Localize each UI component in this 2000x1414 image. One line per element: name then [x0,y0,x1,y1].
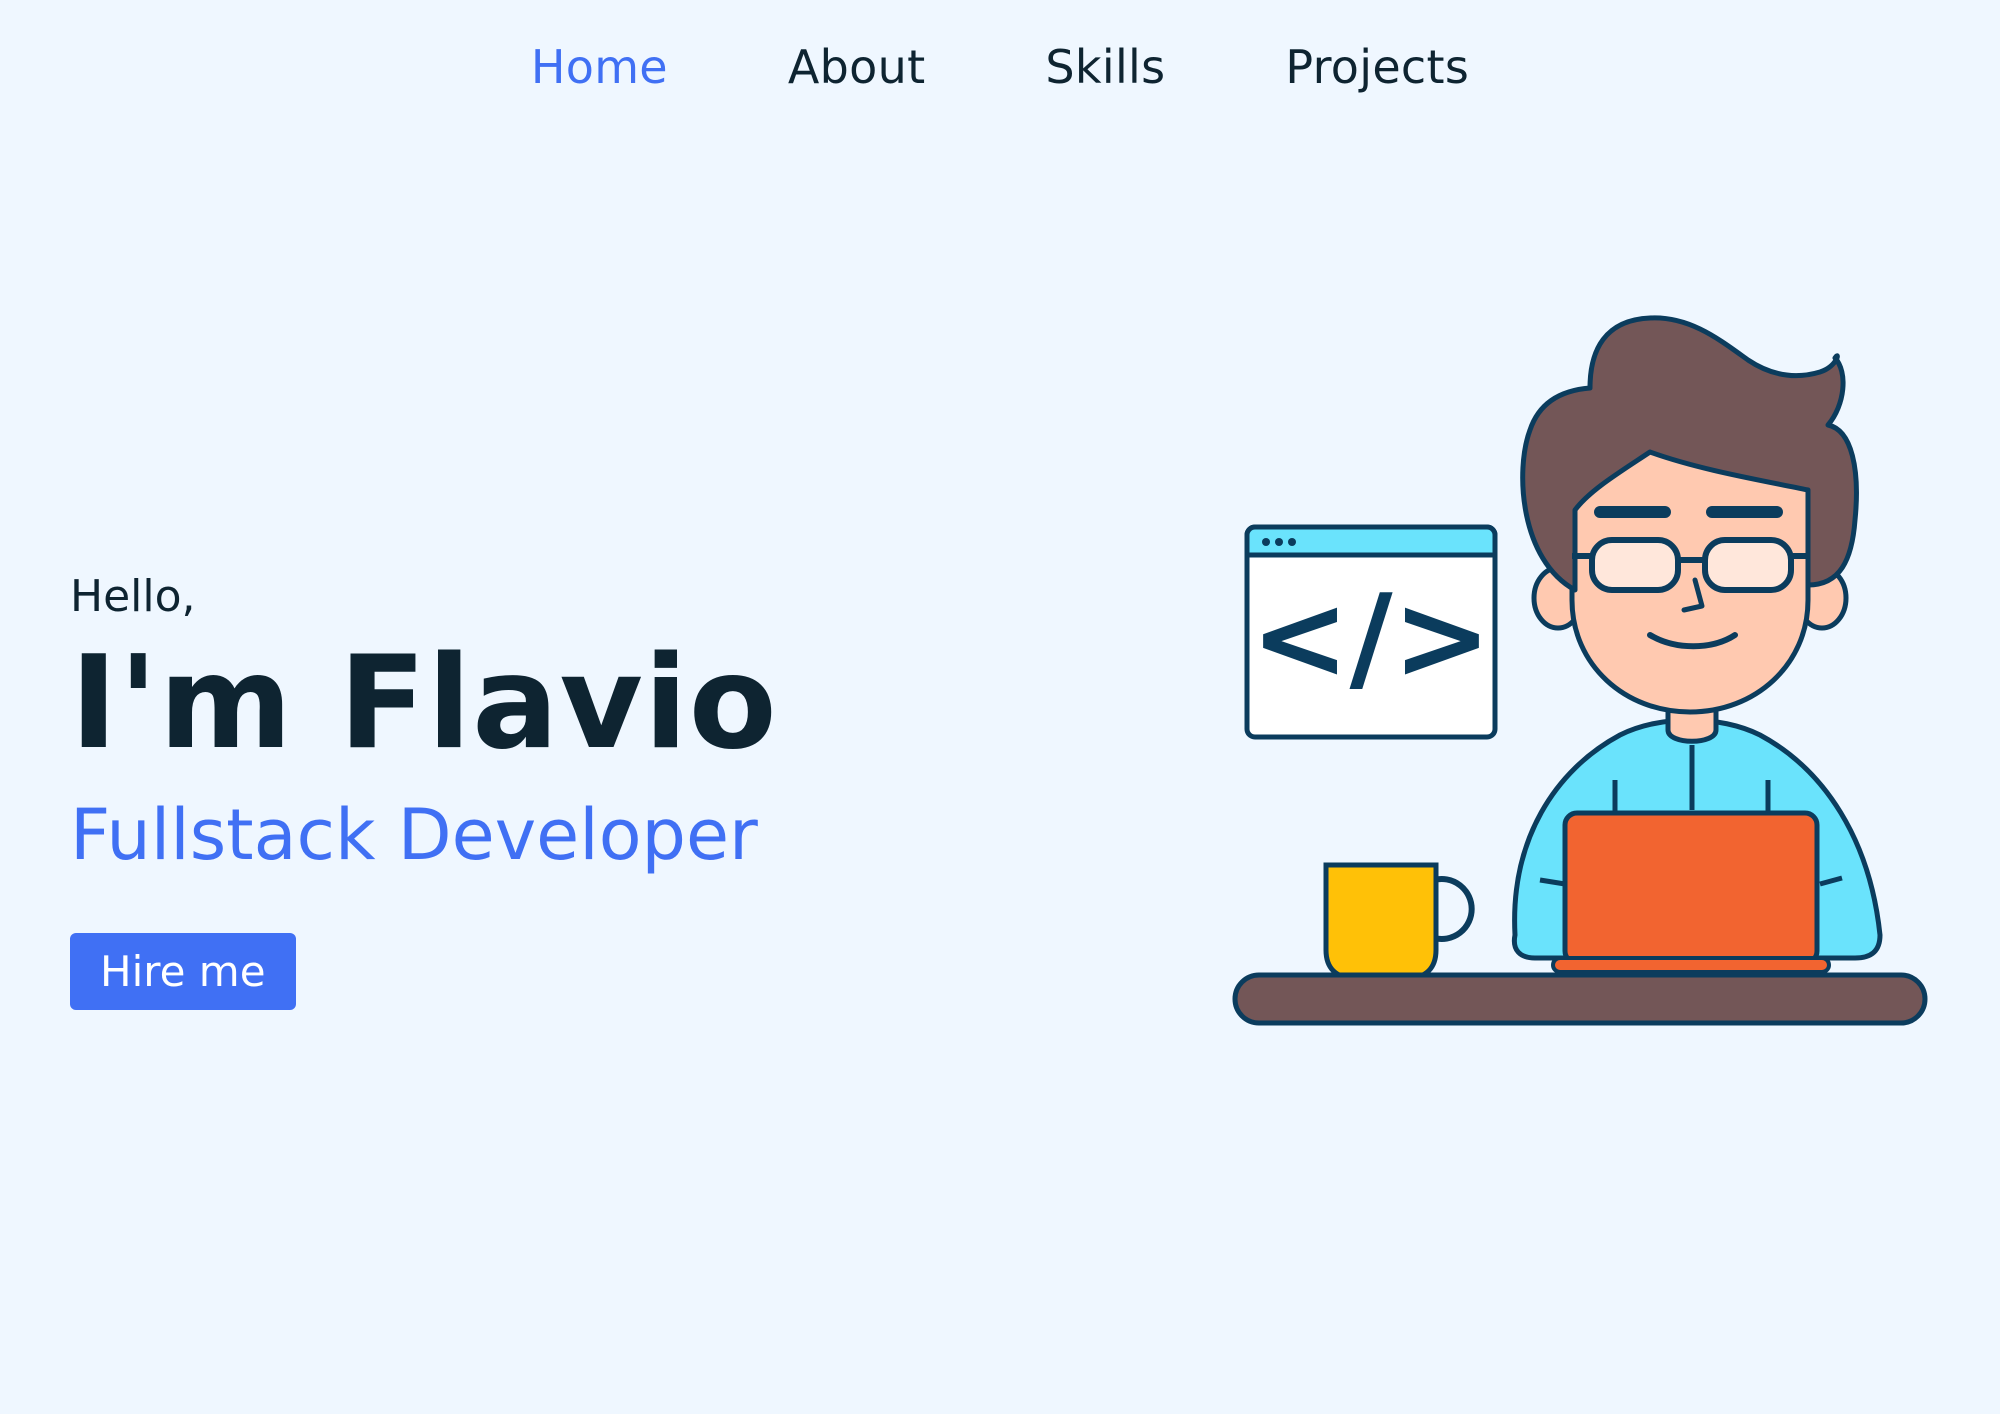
nav-about-link[interactable]: About [788,40,926,94]
hire-me-button[interactable]: Hire me [70,933,296,1010]
main-nav: Home About Skills Projects [0,40,2000,94]
developer-illustration: </> [1232,315,1928,1026]
nav-projects-link[interactable]: Projects [1285,40,1469,94]
code-window-text: </> [1251,568,1492,706]
nav-home-link[interactable]: Home [531,40,668,94]
desk [1232,972,1928,1026]
hero-greeting: Hello, [70,571,196,622]
hero-role: Fullstack Developer [70,794,758,876]
code-window-icon: </> [1244,524,1498,740]
nav-skills-link[interactable]: Skills [1045,40,1165,94]
hero-name: I'm Flavio [70,629,778,778]
hero-section: Hello, I'm Flavio Fullstack Developer Hi… [70,565,778,1010]
developer-head [1520,315,1859,715]
coffee-mug-icon [1323,862,1475,981]
laptop-icon [1551,810,1831,974]
